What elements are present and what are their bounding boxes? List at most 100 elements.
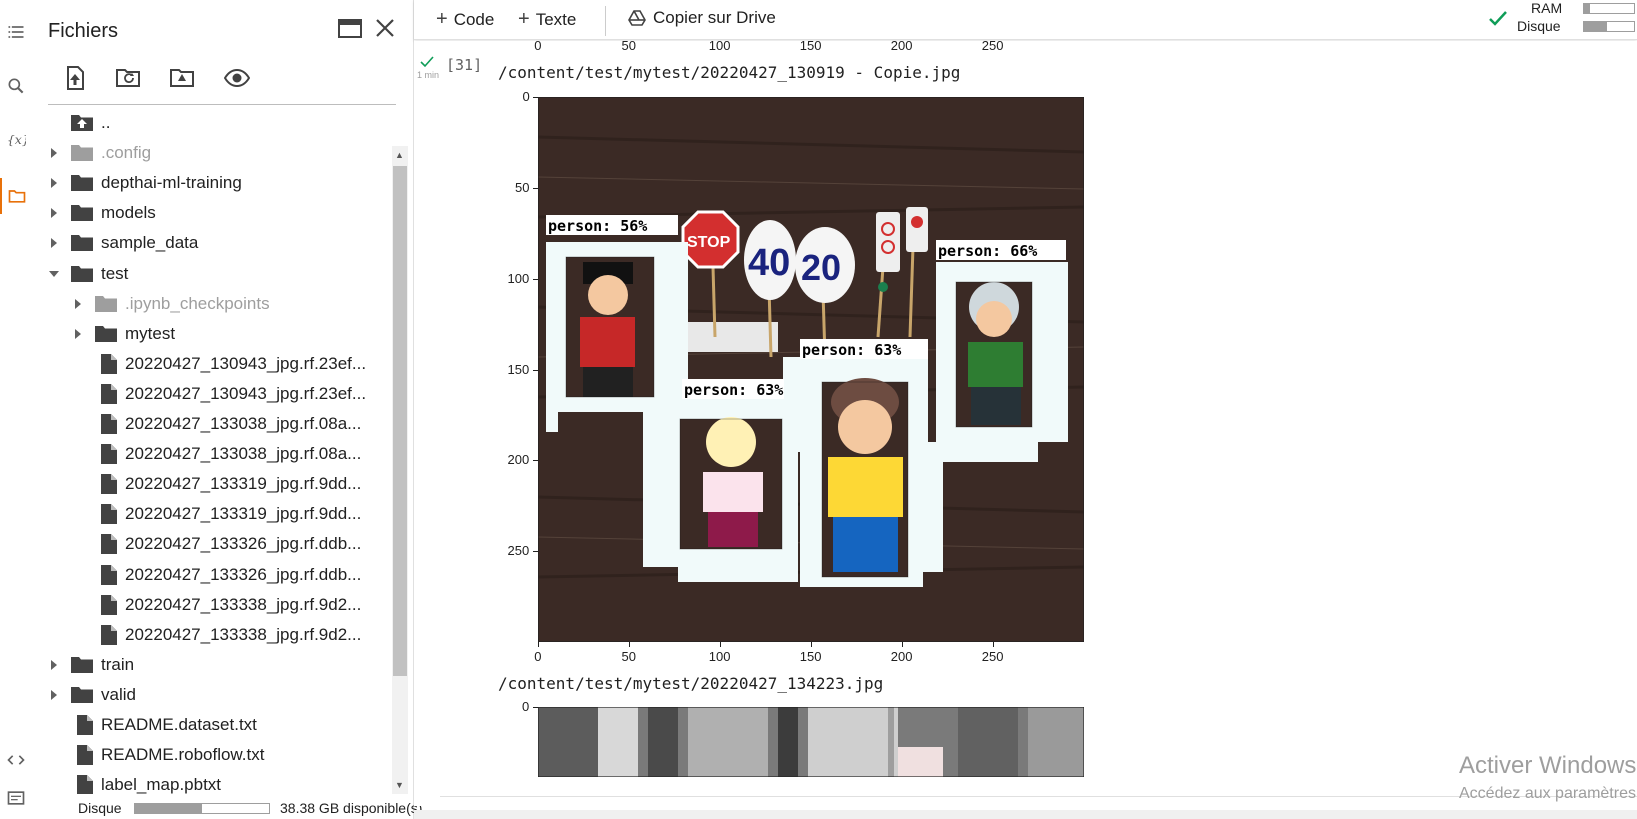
detection-label-2: person: 63%: [684, 381, 783, 399]
copy-to-drive-label: Copier sur Drive: [653, 8, 776, 27]
file-item[interactable]: 20220427_133319_jpg.rf.9dd...: [48, 469, 396, 499]
x-tick-label: 100: [708, 649, 731, 664]
scroll-up-icon[interactable]: ▲: [395, 150, 404, 160]
tree-item-label: 20220427_133326_jpg.rf.ddb...: [125, 564, 362, 584]
tree-item-label: .ipynb_checkpoints: [125, 293, 270, 313]
disk-status: Disque 38.38 GB disponible(s): [62, 797, 445, 819]
upload-file-icon[interactable]: [60, 63, 90, 93]
output-path-2: /content/test/mytest/20220427_134223.jpg: [498, 674, 884, 693]
file-item[interactable]: 20220427_133338_jpg.rf.9d2...: [48, 590, 396, 620]
tree-item-label: 20220427_130943_jpg.rf.23ef...: [125, 353, 367, 373]
scroll-down-icon[interactable]: ▼: [395, 780, 404, 790]
variables-icon[interactable]: {x}: [0, 122, 31, 158]
folder-item[interactable]: test: [48, 259, 396, 289]
file-icon: [101, 414, 117, 434]
file-item[interactable]: 20220427_133038_jpg.rf.08a...: [48, 409, 396, 439]
mount-drive-icon[interactable]: [167, 63, 197, 93]
activation-watermark-subtitle: Accédez aux paramètres: [1459, 785, 1636, 802]
x-tick-label: 0: [534, 649, 542, 664]
folder-item[interactable]: mytest: [48, 319, 396, 349]
file-icon: [101, 504, 117, 525]
file-item[interactable]: 20220427_130943_jpg.rf.23ef...: [48, 349, 396, 379]
chevron-right-icon[interactable]: [48, 147, 60, 159]
chevron-right-icon[interactable]: [72, 298, 84, 310]
y-tick-label: 150: [507, 361, 530, 377]
file-icon: [101, 594, 117, 615]
show-hidden-icon[interactable]: [222, 63, 252, 93]
add-code-label: Code: [453, 9, 495, 29]
detection-label-3: person: 63%: [802, 341, 901, 359]
table-of-contents-icon[interactable]: [0, 14, 31, 50]
tree-item-label: train: [101, 654, 135, 674]
file-icon: [101, 534, 117, 555]
output-scroll-area[interactable]: [440, 796, 1637, 810]
x-tick-label: 100: [708, 38, 731, 53]
x-tick-label: 250: [981, 38, 1004, 53]
folder-icon: [71, 235, 93, 252]
folder-item[interactable]: .config: [48, 138, 396, 168]
parent-dir-item[interactable]: ..: [48, 114, 396, 138]
folder-item[interactable]: train: [48, 650, 396, 680]
folder-item[interactable]: sample_data: [48, 228, 396, 258]
refresh-folder-icon[interactable]: [113, 63, 143, 93]
minifig-4: [956, 282, 1032, 427]
horizontal-scrollbar[interactable]: [414, 810, 1637, 819]
activation-watermark-title: Activer Windows: [1459, 752, 1637, 779]
chevron-down-icon[interactable]: [48, 268, 60, 280]
disk-meter-fill: [135, 804, 202, 813]
x-tick-label: 150: [799, 38, 822, 53]
folder-item[interactable]: models: [48, 198, 396, 228]
y-tick-label: 50: [515, 179, 530, 195]
tree-item-label: valid: [101, 684, 136, 704]
file-item[interactable]: 20220427_133038_jpg.rf.08a...: [48, 439, 396, 469]
resource-monitor[interactable]: RAM Disque: [1427, 0, 1637, 40]
folder-icon[interactable]: [0, 178, 31, 214]
tree-item-label: README.roboflow.txt: [101, 745, 265, 765]
search-icon[interactable]: [0, 68, 31, 104]
x-tick: [811, 642, 812, 647]
x-tick: [629, 642, 630, 647]
file-item[interactable]: README.roboflow.txt: [48, 740, 396, 770]
x-tick-label: 200: [890, 38, 913, 53]
open-in-tab-icon[interactable]: [337, 17, 363, 39]
x-tick-label: 50: [621, 649, 636, 664]
file-item[interactable]: README.dataset.txt: [48, 710, 396, 740]
chevron-right-icon[interactable]: [72, 328, 84, 340]
tree-item-label: depthai-ml-training: [101, 173, 242, 193]
file-icon: [77, 715, 93, 735]
run-time: 1 min: [417, 70, 440, 80]
chevron-right-icon[interactable]: [48, 237, 60, 249]
disk-free-text: 38.38 GB disponible(s): [280, 800, 423, 816]
add-text-button[interactable]: + Texte: [518, 8, 576, 31]
tree-item-label: 20220427_133338_jpg.rf.9d2...: [125, 594, 362, 614]
copy-to-drive-button[interactable]: Copier sur Drive: [628, 8, 776, 28]
detection-image: STOP 40 20 person: 56% person: 63% perso…: [538, 97, 1084, 642]
folder-item[interactable]: valid: [48, 680, 396, 710]
chevron-right-icon[interactable]: [48, 659, 60, 671]
file-item[interactable]: label_map.pbtxt: [48, 770, 396, 794]
terminal-icon[interactable]: [0, 780, 31, 816]
panel-scrollbar-thumb[interactable]: [393, 166, 407, 676]
file-item[interactable]: 20220427_133326_jpg.rf.ddb...: [48, 529, 396, 559]
folder-item[interactable]: depthai-ml-training: [48, 168, 396, 198]
file-item[interactable]: 20220427_133319_jpg.rf.9dd...: [48, 499, 396, 529]
file-item[interactable]: 20220427_133338_jpg.rf.9d2...: [48, 620, 396, 650]
file-item[interactable]: 20220427_133326_jpg.rf.ddb...: [48, 560, 396, 590]
ram-meter-fill: [1584, 4, 1590, 13]
folder-item[interactable]: .ipynb_checkpoints: [48, 289, 396, 319]
chevron-right-icon[interactable]: [48, 207, 60, 219]
close-icon[interactable]: [372, 15, 398, 41]
chevron-right-icon[interactable]: [48, 689, 60, 701]
y-tick: [533, 707, 538, 708]
add-code-button[interactable]: + Code: [436, 8, 494, 31]
chevron-right-icon[interactable]: [48, 177, 60, 189]
y-tick-label: 100: [507, 270, 530, 286]
x-tick: [720, 642, 721, 647]
code-snippets-icon[interactable]: [0, 742, 31, 778]
file-icon: [77, 745, 93, 766]
file-icon: [77, 775, 93, 794]
y-tick: [533, 551, 538, 553]
drive-icon: [628, 10, 646, 26]
execution-count[interactable]: [31]: [446, 56, 482, 74]
file-item[interactable]: 20220427_130943_jpg.rf.23ef...: [48, 379, 396, 409]
